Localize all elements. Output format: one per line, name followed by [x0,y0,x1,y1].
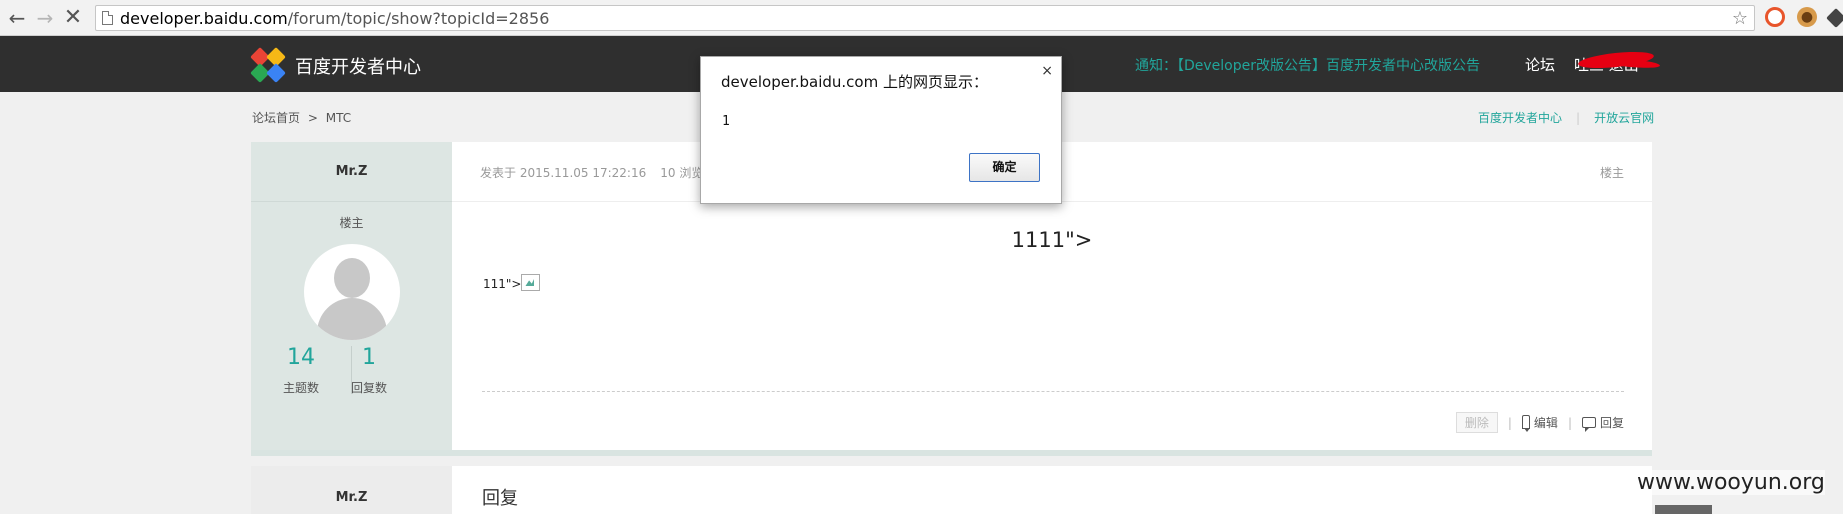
top-right-links: 百度开发者中心 | 开放云官网 [1478,109,1654,126]
alert-dialog: developer.baidu.com 上的网页显示： × 1 确定 [700,56,1062,204]
post-title: 1111"> [1011,228,1093,252]
reply-label: 回复 [1599,416,1624,430]
reply-author-sidebar: Mr.Z [251,466,452,514]
reply-post: Mr.Z 回复 [251,466,1652,514]
topics-label: 主题数 [282,381,319,395]
url-host: developer.baidu.com [120,9,288,28]
pencil-icon [1521,415,1530,432]
page-icon [102,11,113,25]
action-separator: | [1567,416,1572,430]
baidu-developer-logo-icon[interactable] [250,47,286,83]
replies-label: 回复数 [350,381,387,395]
avatar[interactable] [304,244,400,340]
extension-diamond-icon[interactable] [1826,8,1843,28]
dialog-message: 1 [722,114,730,129]
dashed-divider [482,391,1624,392]
breadcrumb: 论坛首页 > MTC [252,109,351,126]
bookmark-star-icon[interactable]: ☆ [1732,8,1748,29]
delete-button[interactable]: 删除 [1455,412,1498,433]
url-text: developer.baidu.com/forum/topic/show?top… [120,9,549,28]
watermark: www.wooyun.org [1637,470,1825,495]
reply-button[interactable]: 回复 [1581,416,1624,432]
link-open-cloud[interactable]: 开放云官网 [1594,111,1654,125]
post-body: 111"> [483,274,541,291]
back-icon[interactable]: ← [6,7,28,29]
breadcrumb-separator: > [307,111,318,125]
sidebar-divider [251,201,452,202]
comment-icon [1581,417,1596,432]
extension-cookie-icon[interactable]: ● [1797,7,1817,27]
browser-toolbar: ← → ✕ developer.baidu.com/forum/topic/sh… [0,0,1843,36]
broken-image-icon [521,274,541,291]
author-role: 楼主 [339,216,364,230]
author-sidebar: Mr.Z 楼主 14 主题数 1 回复数 [251,142,452,450]
url-path: /forum/topic/show?topicId=2856 [287,9,550,28]
post-meta: 发表于 2015.11.05 17:22:16 10 浏览 [480,164,703,181]
address-bar[interactable]: developer.baidu.com/forum/topic/show?top… [95,5,1755,31]
ok-button[interactable]: 确定 [969,153,1040,182]
post-date: 发表于 2015.11.05 17:22:16 [480,166,647,180]
stop-icon[interactable]: ✕ [62,7,84,29]
close-icon[interactable]: × [1041,63,1053,79]
link-developer-center[interactable]: 百度开发者中心 [1478,111,1562,125]
breadcrumb-current[interactable]: MTC [326,111,351,125]
forward-icon[interactable]: → [34,7,56,29]
edit-label: 编辑 [1533,416,1558,430]
view-count: 10 浏览 [660,166,704,180]
author-name[interactable]: Mr.Z [251,164,452,179]
notice-link[interactable]: 通知：【Developer改版公告】百度开发者中心改版公告 [1135,55,1480,75]
topics-count[interactable]: 14 [271,345,331,370]
floor-label: 楼主 [1599,166,1624,180]
post-actions: 删除 | 编辑 | 回复 [1455,412,1624,433]
nav-forum-link[interactable]: 论坛 [1525,54,1555,75]
reply-author-name[interactable]: Mr.Z [251,490,452,505]
site-name[interactable]: 百度开发者中心 [295,53,421,79]
edit-button[interactable]: 编辑 [1521,415,1558,432]
replies-count[interactable]: 1 [339,345,399,370]
post-bottom-bar [251,450,1652,456]
action-separator: | [1507,416,1512,430]
reply-title: 回复 [482,488,518,509]
breadcrumb-home[interactable]: 论坛首页 [252,111,300,125]
corner-scroll-element [1655,505,1712,514]
dialog-title: developer.baidu.com 上的网页显示： [721,73,988,91]
link-divider: | [1576,111,1581,125]
extension-opera-icon[interactable] [1765,7,1785,27]
post-body-text: 111"> [483,277,522,291]
